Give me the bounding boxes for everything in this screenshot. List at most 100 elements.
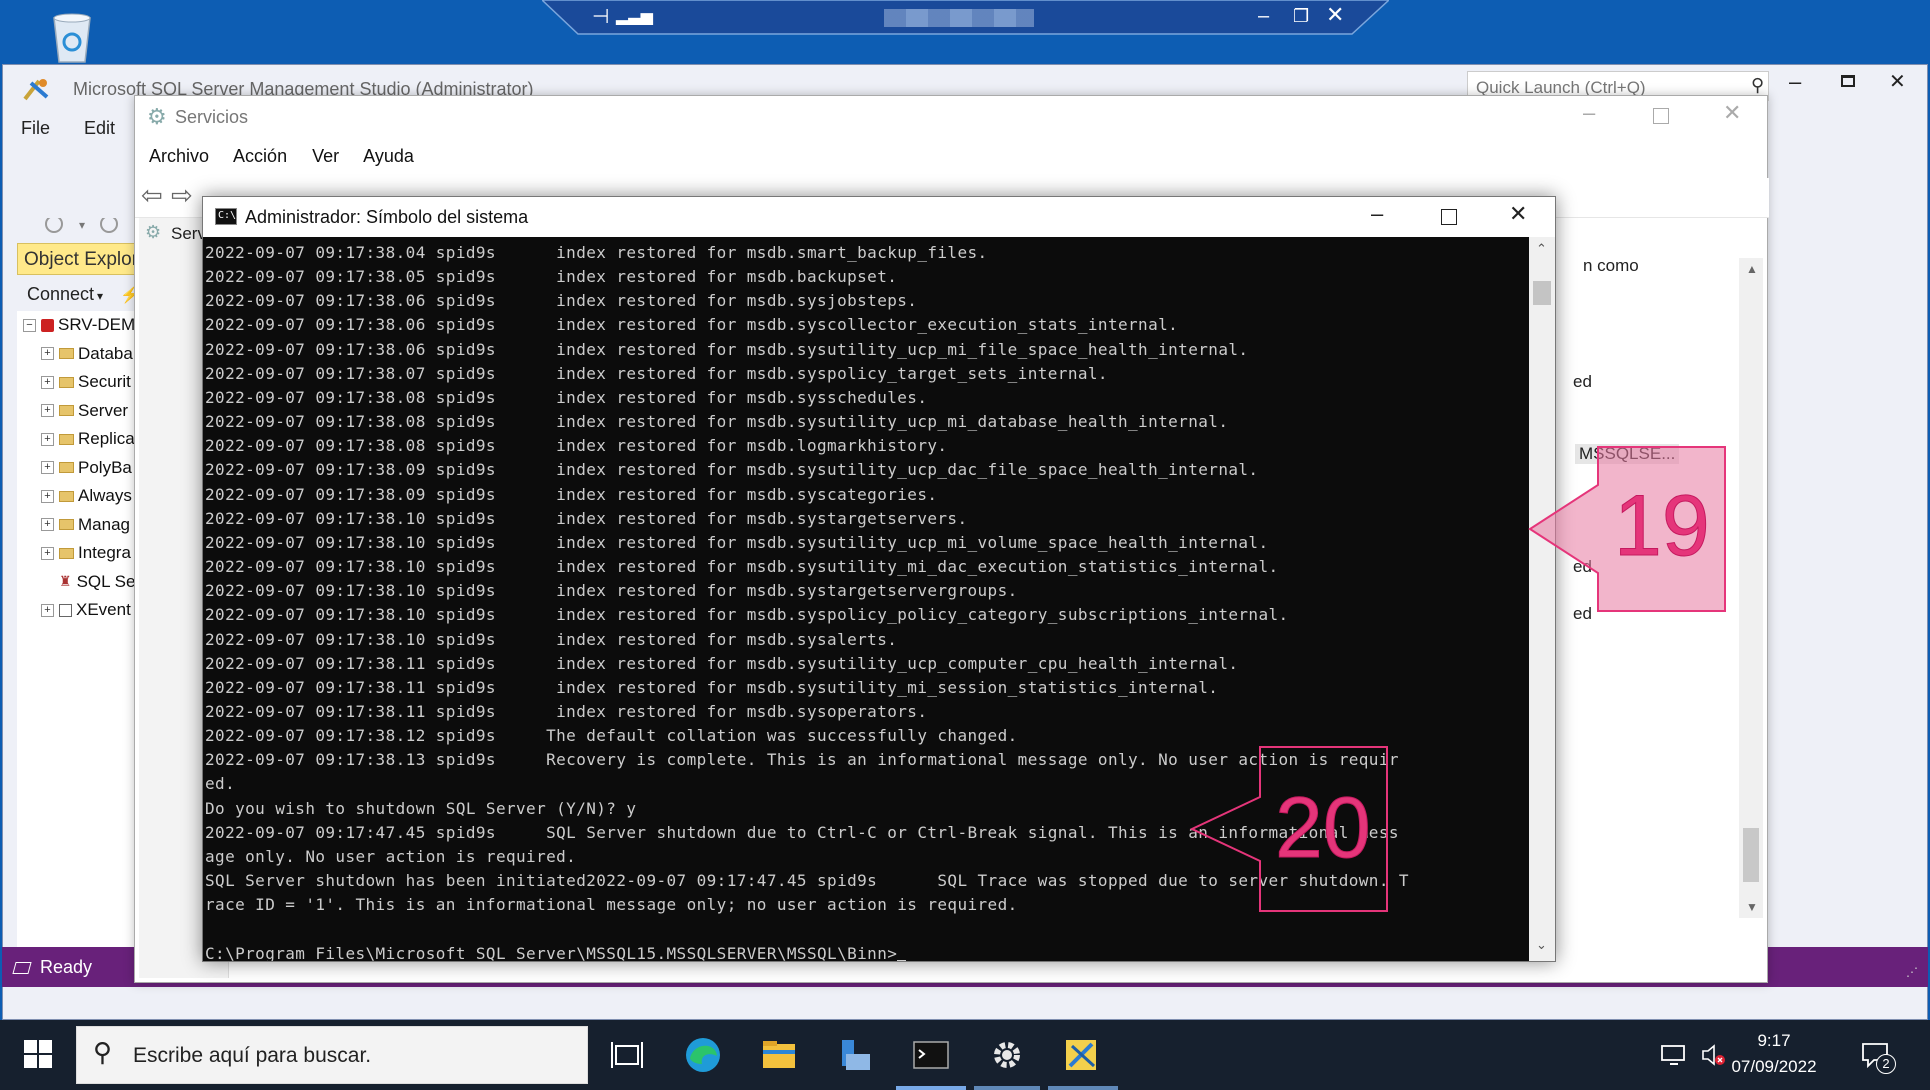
console-line: 2022-09-07 09:17:38.11 spid9s index rest… — [205, 701, 928, 721]
task-view-icon[interactable] — [604, 1032, 650, 1078]
tree-item-label: XEvent — [76, 600, 131, 620]
back-icon[interactable]: ⇦ — [141, 180, 163, 211]
console-line: 2022-09-07 09:17:38.06 spid9s index rest… — [205, 315, 1179, 335]
cmd-close-button[interactable]: ✕ — [1509, 201, 1527, 227]
cmd-maximize-button[interactable] — [1441, 209, 1457, 225]
recycle-bin-icon[interactable] — [44, 8, 100, 64]
expand-icon[interactable]: + — [41, 432, 54, 446]
scroll-down-icon[interactable]: ▼ — [1746, 900, 1758, 914]
tree-item[interactable]: + Integra — [17, 539, 139, 568]
open-app-indicator — [974, 1086, 1040, 1090]
expand-icon[interactable]: + — [41, 489, 54, 503]
console-line: 2022-09-07 09:17:38.06 spid9s index rest… — [205, 339, 1249, 359]
open-app-indicator — [1048, 1086, 1118, 1090]
scroll-up-icon[interactable]: ⌃ — [1536, 241, 1547, 257]
windows-start-icon[interactable] — [24, 1040, 52, 1068]
scroll-up-icon[interactable]: ▲ — [1746, 262, 1758, 276]
console-line: 2022-09-07 09:17:38.10 spid9s index rest… — [205, 532, 1269, 552]
tree-item-label: Securit — [78, 372, 131, 392]
restore-icon[interactable]: ❐ — [1293, 6, 1309, 26]
command-prompt-icon[interactable] — [908, 1032, 954, 1078]
tree-item[interactable]: + Server — [17, 397, 139, 426]
folder-icon — [59, 519, 74, 531]
clock-date: 07/09/2022 — [1731, 1057, 1817, 1076]
gear-icon: ⚙ — [147, 104, 167, 129]
services-gear-icon[interactable] — [984, 1032, 1030, 1078]
services-maximize-button[interactable] — [1653, 108, 1669, 124]
expand-icon[interactable]: + — [41, 461, 54, 475]
tree-item[interactable]: + Replica — [17, 425, 139, 454]
connect-button[interactable]: Connect ▾ ⚡ — [27, 284, 140, 305]
expand-icon[interactable]: + — [41, 375, 54, 389]
services-minimize-button[interactable]: – — [1583, 100, 1595, 126]
menu-archivo[interactable]: Archivo — [149, 146, 209, 166]
tree-item[interactable]: + Databa — [17, 340, 139, 369]
tree-item-label: Manag — [78, 514, 130, 534]
scroll-thumb[interactable] — [1743, 828, 1759, 882]
ssms-menu-bar: File Edit — [21, 118, 149, 139]
xevent-icon — [59, 603, 72, 617]
expand-icon[interactable]: + — [41, 518, 54, 532]
ssms-minimize-button[interactable]: – — [1789, 69, 1801, 95]
console-line: 2022-09-07 09:17:38.09 spid9s index rest… — [205, 484, 938, 504]
console-line: 2022-09-07 09:17:38.04 spid9s index rest… — [205, 243, 988, 262]
menu-file[interactable]: File — [21, 118, 50, 138]
expand-icon[interactable]: + — [41, 347, 54, 361]
forward-icon[interactable]: ⇨ — [171, 180, 193, 211]
search-icon: ⚲ — [93, 1037, 113, 1067]
search-placeholder: Escribe aquí para buscar. — [133, 1044, 372, 1067]
tree-item[interactable]: + XEvent — [17, 596, 139, 625]
minimize-icon[interactable]: – — [1258, 6, 1269, 26]
expand-icon[interactable]: + — [41, 603, 54, 617]
tree-item-label: Replica — [78, 429, 135, 449]
ssms-close-button[interactable]: ✕ — [1889, 69, 1906, 94]
menu-accion[interactable]: Acción — [233, 146, 287, 166]
status-text: Ready — [40, 957, 93, 977]
console-line: 2022-09-07 09:17:38.06 spid9s index rest… — [205, 291, 918, 311]
sql-agent-icon: ♜ — [59, 573, 72, 590]
close-icon[interactable]: ✕ — [1326, 4, 1344, 26]
taskbar-clock[interactable]: 9:17 07/09/2022 — [1724, 1028, 1824, 1080]
services-close-button[interactable]: ✕ — [1723, 100, 1741, 126]
ssms-maximize-button[interactable] — [1841, 75, 1855, 87]
cmd-title-bar: C:\ Administrador: Símbolo del sistema –… — [203, 197, 1555, 237]
menu-ver[interactable]: Ver — [312, 146, 339, 166]
menu-edit[interactable]: Edit — [84, 118, 115, 138]
tree-item[interactable]: ♜ SQL Se — [17, 568, 139, 597]
edge-browser-icon[interactable] — [680, 1032, 726, 1078]
services-tree-label[interactable]: Serv — [171, 224, 206, 244]
services-vscroll[interactable]: ▲ ▼ — [1739, 258, 1763, 918]
tree-item-label: SQL Se — [76, 571, 136, 591]
taskbar-search-box[interactable]: ⚲ Escribe aquí para buscar. — [76, 1026, 588, 1084]
tree-item-label: Databa — [78, 343, 133, 363]
notification-count-badge: 2 — [1876, 1054, 1896, 1074]
tree-item[interactable]: + Securit — [17, 368, 139, 397]
signal-icon: ▂▃▅ — [616, 8, 653, 25]
remote-desktop-bar: ⊣ ▂▃▅ – ❐ ✕ — [542, 0, 1389, 36]
tree-item[interactable]: + PolyBa — [17, 454, 139, 483]
cmd-scroll-thumb[interactable] — [1533, 281, 1551, 305]
text-cursor — [897, 959, 907, 961]
expand-icon[interactable]: + — [41, 546, 54, 560]
tree-item-label: Always — [78, 486, 132, 506]
tree-item[interactable]: + Always — [17, 482, 139, 511]
menu-ayuda[interactable]: Ayuda — [363, 146, 414, 166]
cmd-minimize-button[interactable]: – — [1371, 201, 1383, 227]
expand-icon[interactable]: + — [41, 404, 54, 418]
tree-item[interactable]: + Manag — [17, 511, 139, 540]
volume-muted-icon[interactable] — [1700, 1042, 1726, 1068]
file-explorer-icon[interactable] — [756, 1032, 802, 1078]
ssms-taskbar-icon[interactable] — [1060, 1032, 1106, 1078]
server-manager-icon[interactable] — [832, 1032, 878, 1078]
pin-icon[interactable]: ⊣ — [592, 7, 609, 27]
resize-grip-icon[interactable]: ⋰ — [1906, 965, 1918, 979]
scroll-down-icon[interactable]: ⌄ — [1536, 937, 1547, 953]
network-icon[interactable] — [1660, 1044, 1690, 1066]
console-line: 2022-09-07 09:17:38.10 spid9s index rest… — [205, 605, 1289, 625]
collapse-icon[interactable]: − — [23, 318, 36, 332]
folder-icon — [59, 376, 74, 388]
console-line: 2022-09-07 09:17:38.10 spid9s index rest… — [205, 581, 1018, 601]
server-icon — [41, 318, 54, 332]
tree-server-node[interactable]: − SRV-DEM — [17, 311, 139, 340]
